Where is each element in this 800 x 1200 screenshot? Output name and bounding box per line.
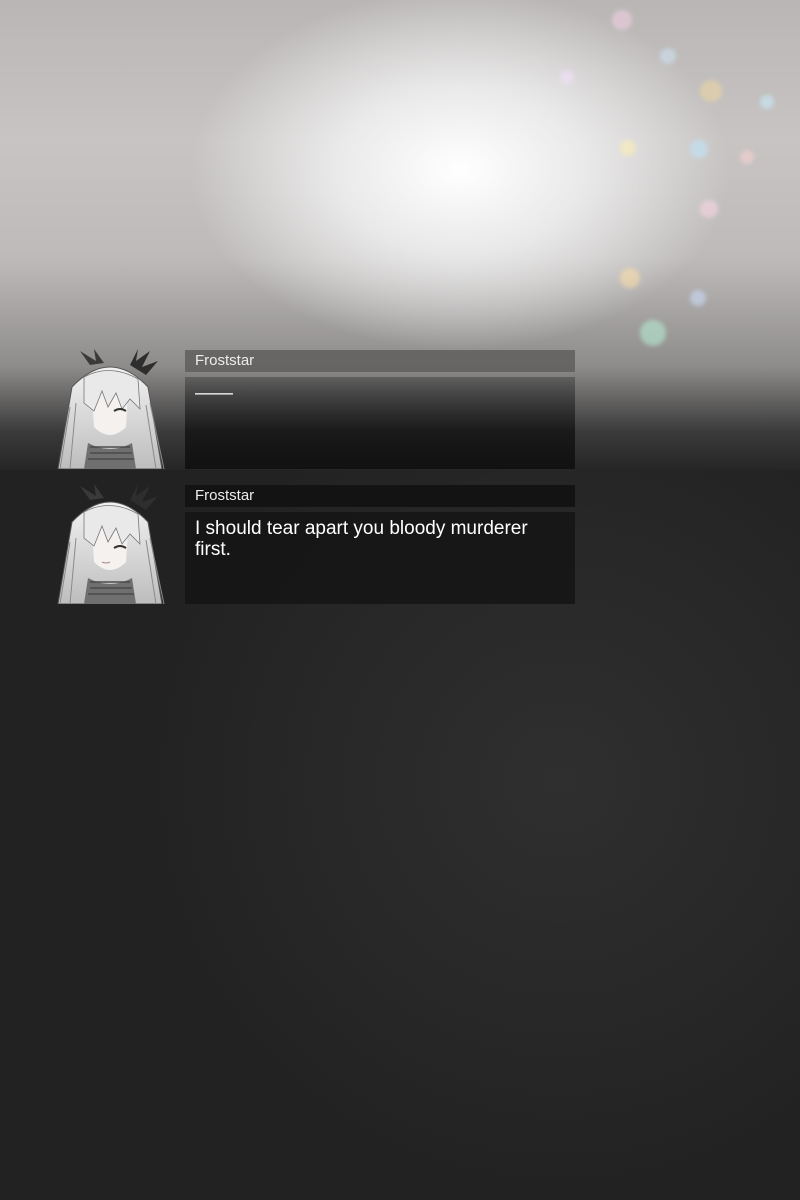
character-portrait xyxy=(50,482,170,604)
speaker-name: Froststar xyxy=(185,485,575,507)
dialogue-entry: Froststar —— xyxy=(50,347,575,469)
dialogue-text: I should tear apart you bloody murderer … xyxy=(185,512,575,604)
character-portrait xyxy=(50,347,170,469)
dialogue-entry: Froststar I should tear apart you bloody… xyxy=(50,482,575,604)
speaker-name: Froststar xyxy=(185,350,575,372)
dialogue-text: —— xyxy=(185,377,575,469)
